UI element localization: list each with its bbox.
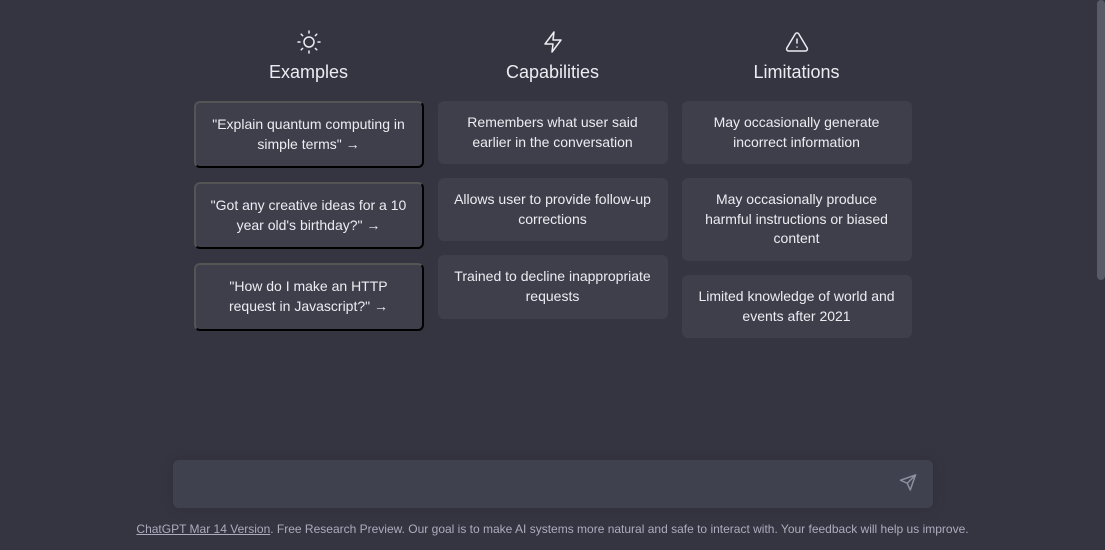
example-card-2[interactable]: "Got any creative ideas for a 10 year ol… xyxy=(194,182,424,249)
scrollbar[interactable] xyxy=(1097,0,1105,550)
scrollbar-thumb[interactable] xyxy=(1097,0,1105,280)
message-input-container xyxy=(173,460,933,508)
bottom-area: ChatGPT Mar 14 Version. Free Research Pr… xyxy=(0,460,1105,550)
message-input[interactable] xyxy=(189,476,885,493)
version-link[interactable]: ChatGPT Mar 14 Version xyxy=(136,522,270,536)
capability-card-3: Trained to decline inappropriate request… xyxy=(438,255,668,318)
limitations-column: Limitations May occasionally generate in… xyxy=(682,30,912,352)
send-icon xyxy=(899,474,917,495)
capability-card-2: Allows user to provide follow-up correct… xyxy=(438,178,668,241)
capabilities-title: Capabilities xyxy=(506,62,599,83)
examples-column: Examples "Explain quantum computing in s… xyxy=(194,30,424,352)
warning-icon xyxy=(785,30,809,54)
capabilities-column: Capabilities Remembers what user said ea… xyxy=(438,30,668,352)
footer-text: ChatGPT Mar 14 Version. Free Research Pr… xyxy=(136,522,968,536)
main-content: Examples "Explain quantum computing in s… xyxy=(0,0,1105,550)
sun-icon xyxy=(297,30,321,54)
footer-disclaimer: . Free Research Preview. Our goal is to … xyxy=(270,522,968,536)
feature-columns: Examples "Explain quantum computing in s… xyxy=(194,30,912,352)
limitation-card-3: Limited knowledge of world and events af… xyxy=(682,275,912,338)
send-button[interactable] xyxy=(895,470,921,499)
example-card-1[interactable]: "Explain quantum computing in simple ter… xyxy=(194,101,424,168)
limitations-title: Limitations xyxy=(753,62,839,83)
examples-title: Examples xyxy=(269,62,348,83)
limitation-card-2: May occasionally produce harmful instruc… xyxy=(682,178,912,261)
limitation-card-1: May occasionally generate incorrect info… xyxy=(682,101,912,164)
example-card-3[interactable]: "How do I make an HTTP request in Javasc… xyxy=(194,263,424,330)
lightning-icon xyxy=(541,30,565,54)
capability-card-1: Remembers what user said earlier in the … xyxy=(438,101,668,164)
